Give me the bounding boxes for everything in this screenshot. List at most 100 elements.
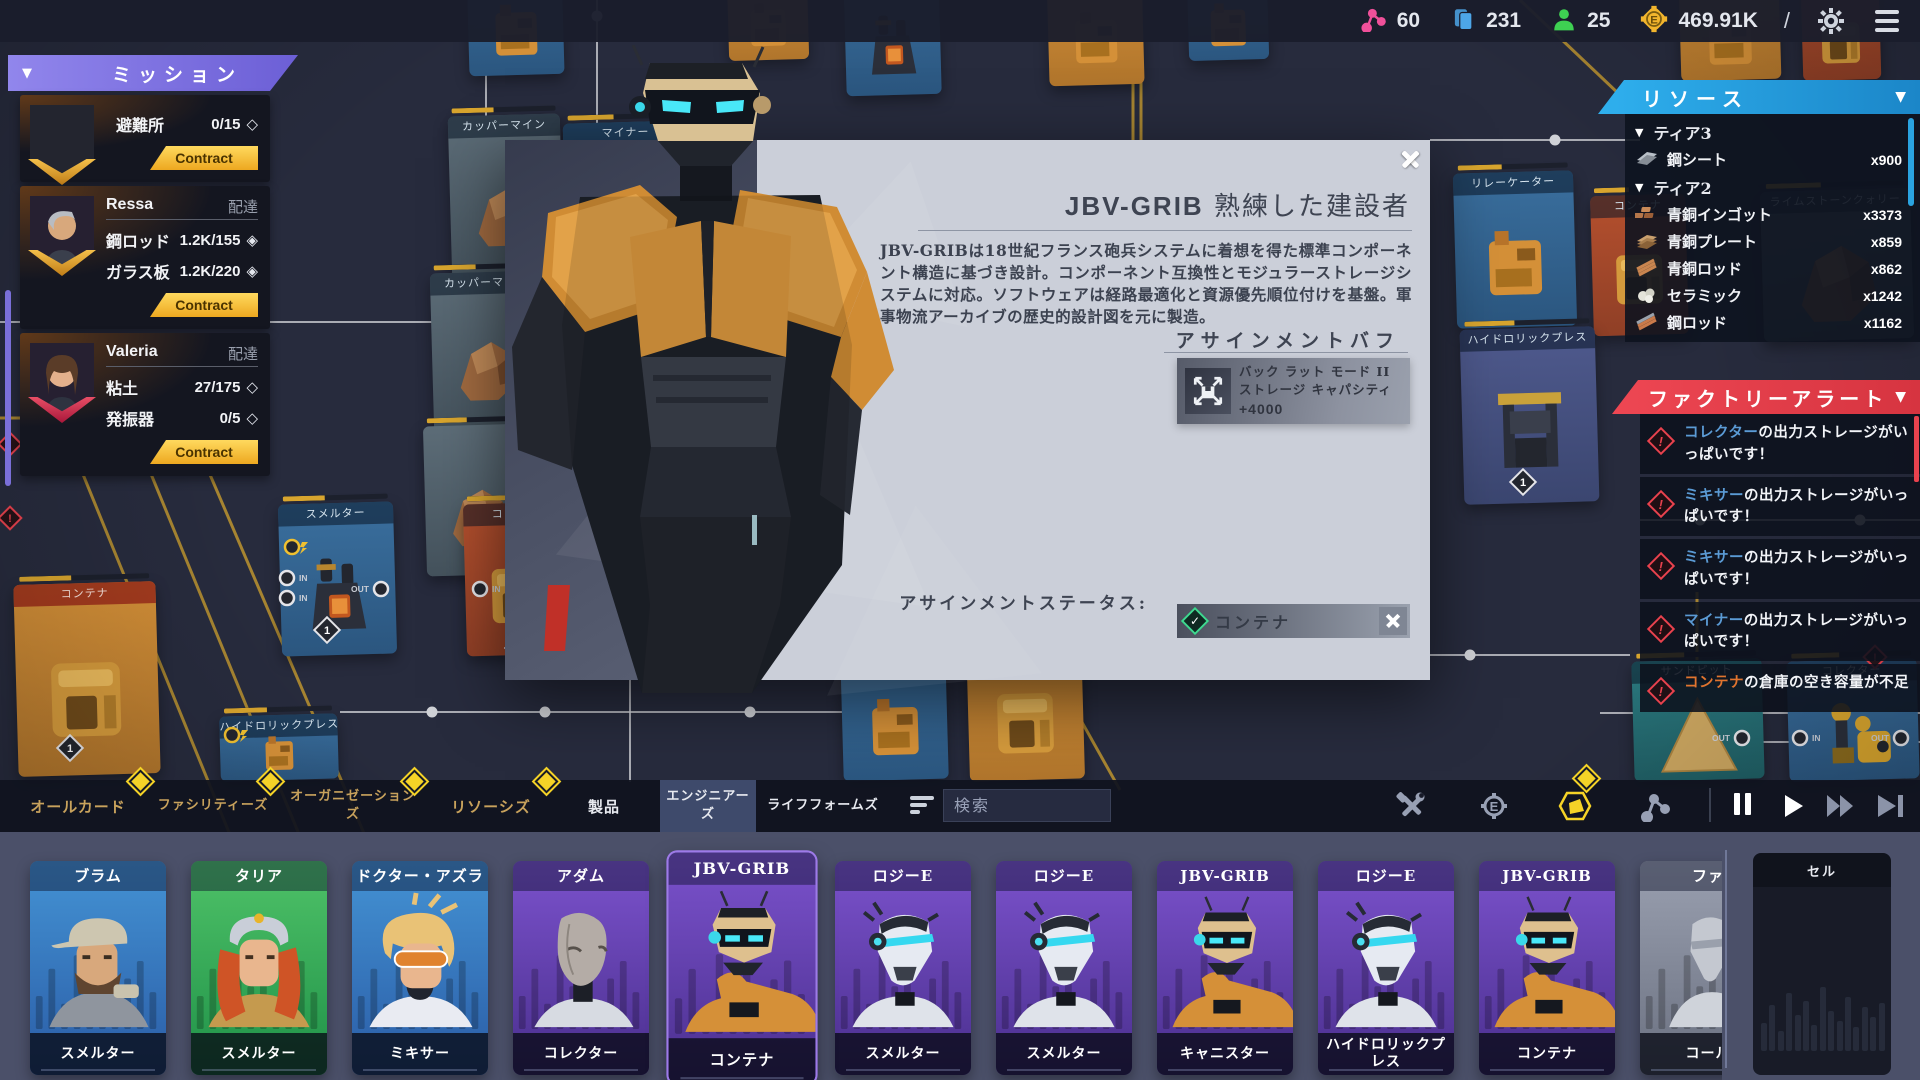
mission-avatar[interactable]	[30, 196, 94, 272]
alert-row[interactable]: !ミキサーの出力ストレージがいっぱいです！	[1640, 477, 1920, 537]
tab-label: ライフフォームズ	[767, 797, 879, 815]
collapse-triangle-icon[interactable]: ▼	[22, 66, 32, 81]
tab-label: リソーシズ	[451, 796, 531, 817]
engineer-card[interactable]: ファコール	[1640, 861, 1722, 1075]
mission-diamond-icon: ◈	[246, 231, 258, 249]
engineer-card[interactable]: ブラムスメルター	[30, 861, 166, 1075]
buff-stat: ストレージ キャパシティ	[1239, 381, 1392, 399]
resources-scrollbar[interactable]	[1908, 118, 1914, 206]
tab-item[interactable]: ライフフォームズ	[762, 780, 884, 832]
engineer-card[interactable]: ロジーEスメルター	[996, 861, 1132, 1075]
max-speed-icon[interactable]	[1872, 788, 1908, 824]
engineer-card-art	[835, 891, 971, 1033]
alert-text: マイナーの出力ストレージがいっぱいです！	[1684, 610, 1914, 654]
alert-row[interactable]: !マイナーの出力ストレージがいっぱいです！	[1640, 602, 1920, 662]
engineer-card[interactable]: ロジーEスメルター	[835, 861, 971, 1075]
engineer-card-name: ロジーE	[835, 861, 971, 891]
resource-row[interactable]: 青銅プレートx859	[1635, 228, 1912, 255]
hex-cards-icon[interactable]	[1557, 788, 1593, 824]
dialog-close-button[interactable]	[1398, 146, 1424, 172]
fast-forward-icon[interactable]	[1822, 788, 1858, 824]
engineer-card[interactable]: JBV-GRIBキャニスター	[1157, 861, 1293, 1075]
tier-collapse-icon[interactable]: ▼	[1635, 181, 1643, 194]
alert-row[interactable]: !コレクターの出力ストレージがいっぱいです！	[1640, 414, 1920, 474]
resource-row[interactable]: 鋼ロッドx1162	[1635, 309, 1912, 336]
mission-card[interactable]: 避難所0/15◇Contract	[20, 95, 270, 182]
buff-value: +4000	[1239, 399, 1392, 419]
alert-warning-icon: !	[1648, 491, 1674, 517]
engineer-card-art	[1479, 891, 1615, 1033]
resource-tier-row[interactable]: ▼ティア2	[1635, 173, 1912, 201]
search-input[interactable]	[943, 789, 1111, 822]
bottom-toolbar: オールカードファシリティーズオーガニゼーションズ リソーシズ 製品エンジニアーズライ…	[0, 780, 1920, 832]
engineer-card-name: JBV-GRIB	[1479, 861, 1615, 891]
alert-row[interactable]: !コンテナの倉庫の空き容量が不足	[1640, 664, 1920, 712]
cell-panel[interactable]: セル	[1753, 853, 1891, 1075]
mission-item-progress: 0/15	[211, 116, 240, 133]
engineer-epithet: 熟練した建設者	[1214, 192, 1410, 222]
resource-row[interactable]: 青銅インゴットx3373	[1635, 201, 1912, 228]
mission-card[interactable]: Valeria配達粘土27/175◇発振器0/5◇Contract	[20, 333, 270, 476]
mission-giver-row: Valeria配達	[106, 343, 258, 367]
resources-title: リソース	[1642, 83, 1749, 112]
mission-item: 避難所0/15◇	[116, 112, 258, 136]
engineer-card-name: アダム	[513, 861, 649, 891]
svg-text:IN: IN	[299, 573, 308, 583]
pause-icon[interactable]	[1724, 788, 1760, 824]
alert-facility-name: マイナー	[1684, 612, 1744, 629]
resource-row[interactable]: 青銅ロッドx862	[1635, 255, 1912, 282]
hamburger-menu-icon[interactable]	[1872, 6, 1902, 36]
cards-icon	[1450, 6, 1476, 36]
mission-scrollbar[interactable]	[5, 290, 11, 486]
ceramic-icon	[1635, 283, 1659, 309]
alerts-scrollbar[interactable]	[1914, 416, 1919, 482]
tier-collapse-icon[interactable]: ▼	[1635, 126, 1643, 139]
network-node-icon[interactable]	[1638, 788, 1674, 824]
settings-gear-icon[interactable]	[1816, 6, 1846, 36]
contract-button[interactable]: Contract	[150, 293, 258, 317]
engineer-card-role: キャニスター	[1157, 1033, 1293, 1075]
contract-button[interactable]: Contract	[150, 440, 258, 464]
mission-type: 配達	[228, 343, 258, 364]
collapse-triangle-icon[interactable]: ▼	[1895, 389, 1906, 405]
storage-expand-icon	[1185, 368, 1231, 414]
assigned-check-icon: ✓	[1181, 607, 1209, 635]
tab-engineers[interactable]: エンジニアーズ	[660, 780, 756, 832]
tab-item[interactable]: オールカード	[12, 780, 144, 832]
tab-item[interactable]: 製品	[572, 780, 636, 832]
unassign-button[interactable]	[1379, 607, 1407, 635]
engineer-card[interactable]: アダムコレクター	[513, 861, 649, 1075]
mission-card[interactable]: Ressa配達鋼ロッド1.2K/155◈ガラス板1.2K/220◈Contrac…	[20, 186, 270, 329]
tab-item[interactable]: ファシリティーズ	[152, 780, 274, 832]
engineer-card-art	[1157, 891, 1293, 1033]
alert-row[interactable]: !ミキサーの出力ストレージがいっぱいです！	[1640, 539, 1920, 599]
filter-icon[interactable]	[910, 793, 936, 817]
alerts-panel-header[interactable]: ファクトリーアラート ▼	[1612, 380, 1920, 414]
resources-panel-header[interactable]: リソース ▼	[1598, 80, 1920, 114]
engineer-card[interactable]: ドクター・アズラミキサー	[352, 861, 488, 1075]
mission-avatar[interactable]	[30, 105, 94, 181]
engineer-card[interactable]: JBV-GRIBコンテナ	[669, 852, 816, 1080]
svg-text:1: 1	[67, 743, 73, 755]
mission-panel-header[interactable]: ▼ ミッション	[8, 55, 298, 91]
resource-tier-row[interactable]: ▼ティア3	[1635, 118, 1912, 146]
tab-item[interactable]: リソーシズ	[432, 780, 550, 832]
automation-gear-icon[interactable]: E	[1476, 788, 1512, 824]
play-icon[interactable]	[1776, 788, 1812, 824]
engineer-card[interactable]: タリアスメルター	[191, 861, 327, 1075]
build-tools-icon[interactable]	[1393, 788, 1429, 824]
resource-row[interactable]: 鋼シートx900	[1635, 146, 1912, 173]
engineer-card[interactable]: JBV-GRIBコンテナ	[1479, 861, 1615, 1075]
resource-row[interactable]: セラミックx1242	[1635, 282, 1912, 309]
resource-name: 青銅ロッド	[1667, 258, 1863, 279]
mission-avatar[interactable]	[30, 343, 94, 419]
engineer-name: JBV-GRIB	[1065, 191, 1204, 221]
contract-button[interactable]: Contract	[150, 146, 258, 170]
mission-diamond-icon: ◇	[246, 115, 258, 133]
tab-item[interactable]: オーガニゼーションズ	[288, 780, 418, 832]
collapse-triangle-icon[interactable]: ▼	[1895, 89, 1906, 105]
svg-text:!: !	[8, 513, 12, 525]
engineer-card[interactable]: ロジーEハイドロリックプレス	[1318, 861, 1454, 1075]
svg-text:E: E	[1651, 14, 1659, 26]
resource-count: x859	[1871, 234, 1912, 250]
